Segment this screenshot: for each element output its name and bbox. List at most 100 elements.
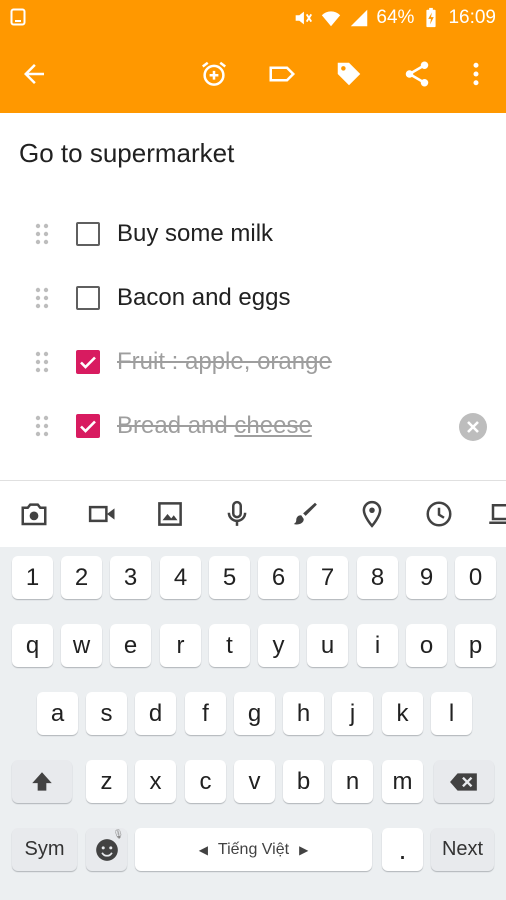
image-button[interactable] <box>155 499 185 529</box>
key-3[interactable]: 3 <box>110 556 151 599</box>
location-button[interactable] <box>357 499 387 529</box>
symbols-key[interactable]: Sym <box>12 828 77 871</box>
microphone-button[interactable] <box>222 499 252 529</box>
key-7[interactable]: 7 <box>307 556 348 599</box>
back-button[interactable] <box>16 56 52 92</box>
back-arrow-icon <box>24 64 44 84</box>
key-h[interactable]: h <box>283 692 324 735</box>
sketch-button[interactable] <box>290 499 320 529</box>
camera-button[interactable] <box>19 499 49 529</box>
key-z[interactable]: z <box>86 760 127 803</box>
reminder-button[interactable] <box>196 56 232 92</box>
clear-item-button[interactable] <box>459 413 487 441</box>
tag-icon <box>337 62 361 86</box>
key-1[interactable]: 1 <box>12 556 53 599</box>
checklist-item: Fruit : apple, orange <box>0 334 506 390</box>
key-u[interactable]: u <box>307 624 348 667</box>
checklist-item: Bread and cheese <box>0 398 506 454</box>
share-icon <box>405 61 429 87</box>
item-text[interactable]: Bacon and eggs <box>117 284 290 312</box>
emoji-icon <box>95 838 118 861</box>
more-attachments-button[interactable] <box>488 499 506 529</box>
mic-icon <box>227 500 247 526</box>
backspace-icon <box>450 772 477 791</box>
key-g[interactable]: g <box>234 692 275 735</box>
item-checkbox-checked[interactable] <box>76 414 100 438</box>
key-e[interactable]: e <box>110 624 151 667</box>
item-checkbox[interactable] <box>76 222 100 246</box>
drag-handle-icon[interactable] <box>34 222 50 246</box>
key-p[interactable]: p <box>455 624 496 667</box>
key-n[interactable]: n <box>332 760 373 803</box>
notification-icon <box>10 8 26 26</box>
language-label: Tiếng Việt <box>217 840 290 858</box>
key-x[interactable]: x <box>135 760 176 803</box>
share-button[interactable] <box>399 56 435 92</box>
key-f[interactable]: f <box>185 692 226 735</box>
more-options-button[interactable] <box>458 56 494 92</box>
key-6[interactable]: 6 <box>258 556 299 599</box>
checklist-item: Bacon and eggs <box>0 270 506 326</box>
close-icon <box>467 421 479 433</box>
status-icons: 64% 16:09 <box>292 6 496 30</box>
signal-icon <box>351 9 368 27</box>
key-o[interactable]: o <box>406 624 447 667</box>
drag-handle-icon[interactable] <box>34 350 50 374</box>
tag-button[interactable] <box>331 56 367 92</box>
location-icon <box>362 500 382 528</box>
item-checkbox[interactable] <box>76 286 100 310</box>
shift-key[interactable] <box>12 760 72 803</box>
key-s[interactable]: s <box>86 692 127 735</box>
next-key[interactable]: Next <box>431 828 494 871</box>
key-8[interactable]: 8 <box>357 556 398 599</box>
mic-hint-icon: 🎙 <box>112 829 124 839</box>
key-d[interactable]: d <box>135 692 176 735</box>
battery-percent: 64% <box>376 7 415 28</box>
key-w[interactable]: w <box>61 624 102 667</box>
item-checkbox-checked[interactable] <box>76 350 100 374</box>
space-bar[interactable]: ◀ Tiếng Việt ▶ <box>135 828 372 871</box>
drag-handle-icon[interactable] <box>34 286 50 310</box>
status-bar: 64% 16:09 <box>0 0 506 36</box>
language-right-icon: ▶ <box>299 842 309 857</box>
key-t[interactable]: t <box>209 624 250 667</box>
key-b[interactable]: b <box>283 760 324 803</box>
period-key[interactable]: . <box>382 828 423 871</box>
key-4[interactable]: 4 <box>160 556 201 599</box>
clock-icon <box>426 501 452 527</box>
key-2[interactable]: 2 <box>61 556 102 599</box>
battery-charging-icon <box>426 7 437 28</box>
key-j[interactable]: j <box>332 692 373 735</box>
key-v[interactable]: v <box>234 760 275 803</box>
key-y[interactable]: y <box>258 624 299 667</box>
key-i[interactable]: i <box>357 624 398 667</box>
key-r[interactable]: r <box>160 624 201 667</box>
emoji-key[interactable]: 🎙 <box>86 828 127 871</box>
key-9[interactable]: 9 <box>406 556 447 599</box>
video-icon <box>88 505 115 523</box>
language-left-icon: ◀ <box>198 842 208 857</box>
category-button[interactable] <box>264 56 300 92</box>
backspace-key[interactable] <box>434 760 494 803</box>
app-toolbar <box>0 36 506 113</box>
video-button[interactable] <box>87 499 117 529</box>
key-m[interactable]: m <box>382 760 423 803</box>
key-q[interactable]: q <box>12 624 53 667</box>
item-text-done[interactable]: Fruit : apple, orange <box>117 348 332 376</box>
key-a[interactable]: a <box>37 692 78 735</box>
key-0[interactable]: 0 <box>455 556 496 599</box>
item-text[interactable]: Buy some milk <box>117 220 273 248</box>
key-l[interactable]: l <box>431 692 472 735</box>
label-icon <box>269 66 296 82</box>
shift-icon <box>32 771 52 791</box>
time-button[interactable] <box>424 499 454 529</box>
key-k[interactable]: k <box>382 692 423 735</box>
note-title[interactable]: Go to supermarket <box>19 138 234 169</box>
item-text-done-editing[interactable]: Bread and cheese <box>117 412 312 440</box>
attachment-toolbar <box>0 481 506 547</box>
key-5[interactable]: 5 <box>209 556 250 599</box>
drag-handle-icon[interactable] <box>34 414 50 438</box>
key-c[interactable]: c <box>185 760 226 803</box>
check-icon <box>80 420 96 433</box>
checklist-item: Buy some milk <box>0 206 506 262</box>
